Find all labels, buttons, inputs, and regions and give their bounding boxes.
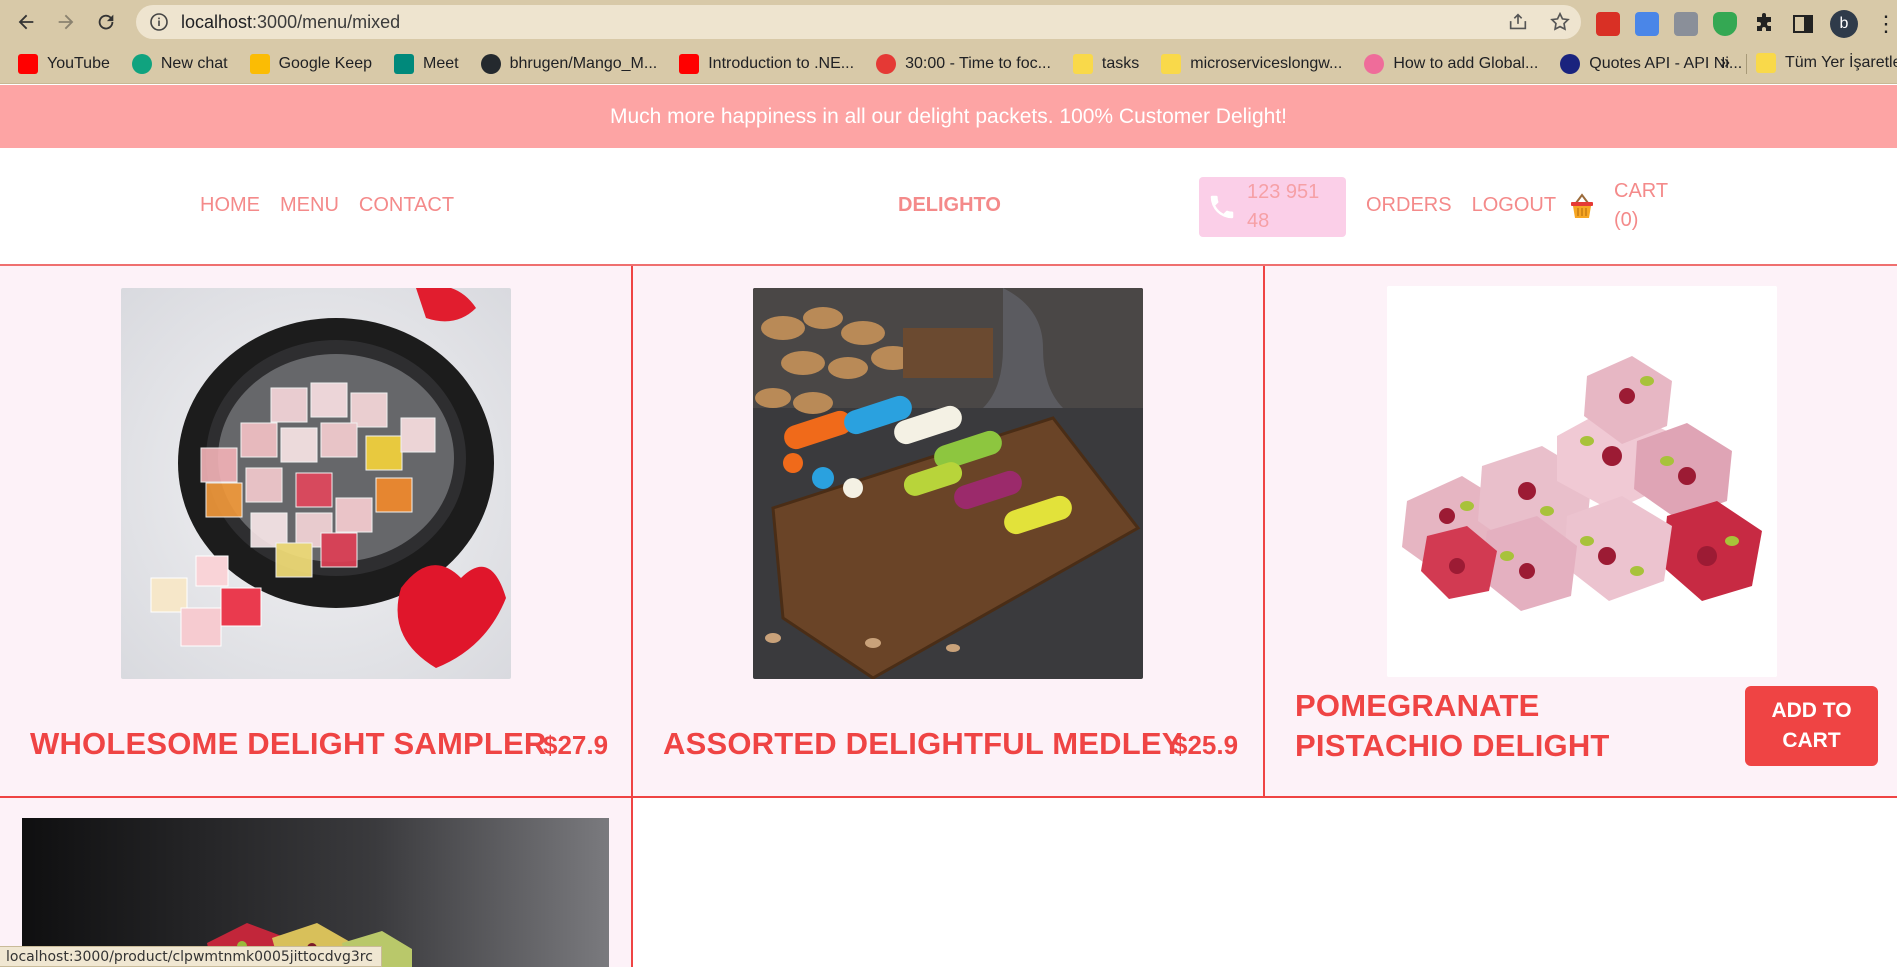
shield-icon[interactable] bbox=[1713, 12, 1737, 36]
nav-menu[interactable]: MENU bbox=[280, 194, 339, 217]
address-bar[interactable]: localhost:3000/menu/mixed bbox=[136, 5, 1581, 39]
github-icon bbox=[480, 53, 501, 74]
check-circle-icon bbox=[876, 53, 897, 74]
bookmarks-bar: YouTube New chat Google Keep Meet bhruge… bbox=[0, 44, 1897, 84]
turkish-delight-plate-image bbox=[121, 288, 511, 679]
product-image[interactable] bbox=[121, 288, 511, 679]
bookmark-microservices[interactable]: microserviceslongw... bbox=[1161, 53, 1342, 74]
folder-icon bbox=[1756, 53, 1776, 73]
profile-avatar[interactable]: b bbox=[1830, 10, 1858, 38]
product-image[interactable] bbox=[22, 818, 609, 967]
phone-icon bbox=[1210, 195, 1234, 219]
bookmark-quotes-api[interactable]: Quotes API - API Ni... bbox=[1560, 53, 1742, 74]
product-title[interactable]: ASSORTED DELIGHTFUL MEDLEY bbox=[663, 726, 1183, 762]
product-price: $27.9 bbox=[543, 730, 609, 760]
main-nav: HOME MENU CONTACT bbox=[200, 194, 454, 217]
meet-icon bbox=[393, 53, 414, 74]
empty-grid-area bbox=[633, 798, 1897, 967]
promo-banner: Much more happiness in all our delight p… bbox=[0, 85, 1897, 148]
add-to-cart-button[interactable]: ADD TO CART bbox=[1745, 686, 1878, 766]
bookmark-global[interactable]: How to add Global... bbox=[1364, 53, 1538, 74]
extension-gray-icon[interactable] bbox=[1674, 12, 1698, 36]
bookmark-meet[interactable]: Meet bbox=[393, 53, 459, 74]
product-title[interactable]: POMEGRANATE PISTACHIO DELIGHT bbox=[1295, 686, 1715, 766]
back-button[interactable] bbox=[6, 2, 46, 42]
product-card[interactable]: POMEGRANATE PISTACHIO DELIGHT ADD TO CAR… bbox=[1265, 266, 1897, 798]
bookmark-tasks[interactable]: tasks bbox=[1072, 53, 1139, 74]
product-grid: WHOLESOME DELIGHT SAMPLER $27.9 ASSORTED… bbox=[0, 266, 1897, 967]
promo-text: Much more happiness in all our delight p… bbox=[609, 104, 1287, 128]
puzzle-icon[interactable] bbox=[1752, 12, 1776, 36]
star-icon[interactable] bbox=[1549, 11, 1571, 33]
bookmark-new-chat[interactable]: New chat bbox=[131, 53, 228, 74]
url-text: localhost:3000/menu/mixed bbox=[181, 11, 401, 32]
folder-icon bbox=[1072, 53, 1093, 74]
extension-red-icon[interactable] bbox=[1596, 12, 1620, 36]
phone-number: 123 951 48 bbox=[1247, 181, 1320, 232]
arrow-right-icon bbox=[58, 14, 74, 30]
bookmarks-divider bbox=[1746, 54, 1747, 74]
bookmarks-overflow-button[interactable]: » bbox=[1720, 52, 1730, 73]
site-header: HOME MENU CONTACT DELIGHTO 123 951 48 OR… bbox=[0, 148, 1897, 266]
delight-product-image bbox=[22, 818, 609, 967]
product-price: $25.9 bbox=[1173, 730, 1239, 760]
account-nav: ORDERS LOGOUT bbox=[1366, 194, 1556, 217]
reload-icon bbox=[98, 14, 114, 30]
nav-orders[interactable]: ORDERS bbox=[1366, 194, 1452, 217]
keep-icon bbox=[249, 53, 270, 74]
product-card[interactable]: WHOLESOME DELIGHT SAMPLER $27.9 bbox=[0, 266, 633, 798]
info-icon bbox=[150, 13, 168, 31]
product-image[interactable] bbox=[753, 288, 1143, 679]
turkish-delight-rolls-image bbox=[753, 288, 1143, 679]
bookmark-youtube[interactable]: YouTube bbox=[18, 53, 110, 74]
chatgpt-icon bbox=[131, 53, 152, 74]
link-status-bar: localhost:3000/product/clpwmtnmk0005jitt… bbox=[0, 946, 382, 967]
product-title[interactable]: WHOLESOME DELIGHT SAMPLER bbox=[30, 726, 547, 762]
pomegranate-pistachio-delight-image bbox=[1387, 286, 1777, 677]
bookmark-timer[interactable]: 30:00 - Time to foc... bbox=[876, 53, 1051, 74]
nav-home[interactable]: HOME bbox=[200, 194, 260, 217]
site-logo[interactable]: DELIGHTO bbox=[898, 194, 1001, 217]
api-icon bbox=[1560, 53, 1581, 74]
translate-icon[interactable] bbox=[1635, 12, 1659, 36]
more-icon[interactable]: ⋮ bbox=[1875, 11, 1897, 37]
cart-link[interactable]: CART (0) bbox=[1614, 177, 1694, 235]
youtube-icon bbox=[679, 53, 700, 74]
reload-button[interactable] bbox=[86, 2, 126, 42]
side-panel-icon[interactable] bbox=[1791, 12, 1815, 36]
product-card[interactable]: ASSORTED DELIGHTFUL MEDLEY $25.9 bbox=[633, 266, 1265, 798]
all-bookmarks[interactable]: Tüm Yer İşaretleri bbox=[1756, 53, 1897, 73]
nav-contact[interactable]: CONTACT bbox=[359, 194, 454, 217]
arrow-left-icon bbox=[18, 14, 34, 30]
phone-badge: 123 951 48 bbox=[1199, 177, 1346, 237]
forward-button[interactable] bbox=[46, 2, 86, 42]
share-icon[interactable] bbox=[1507, 11, 1529, 33]
bookmark-github[interactable]: bhrugen/Mango_M... bbox=[480, 53, 657, 74]
site-icon bbox=[1364, 53, 1385, 74]
youtube-icon bbox=[18, 53, 38, 74]
folder-icon bbox=[1161, 53, 1182, 74]
browser-toolbar: localhost:3000/menu/mixed b ⋮ bbox=[0, 0, 1897, 44]
basket-icon[interactable] bbox=[1569, 192, 1595, 220]
nav-logout[interactable]: LOGOUT bbox=[1472, 194, 1556, 217]
product-card[interactable] bbox=[0, 798, 633, 967]
bookmark-google-keep[interactable]: Google Keep bbox=[249, 53, 372, 74]
product-image[interactable] bbox=[1387, 286, 1777, 677]
bookmark-intro-net[interactable]: Introduction to .NE... bbox=[679, 53, 854, 74]
